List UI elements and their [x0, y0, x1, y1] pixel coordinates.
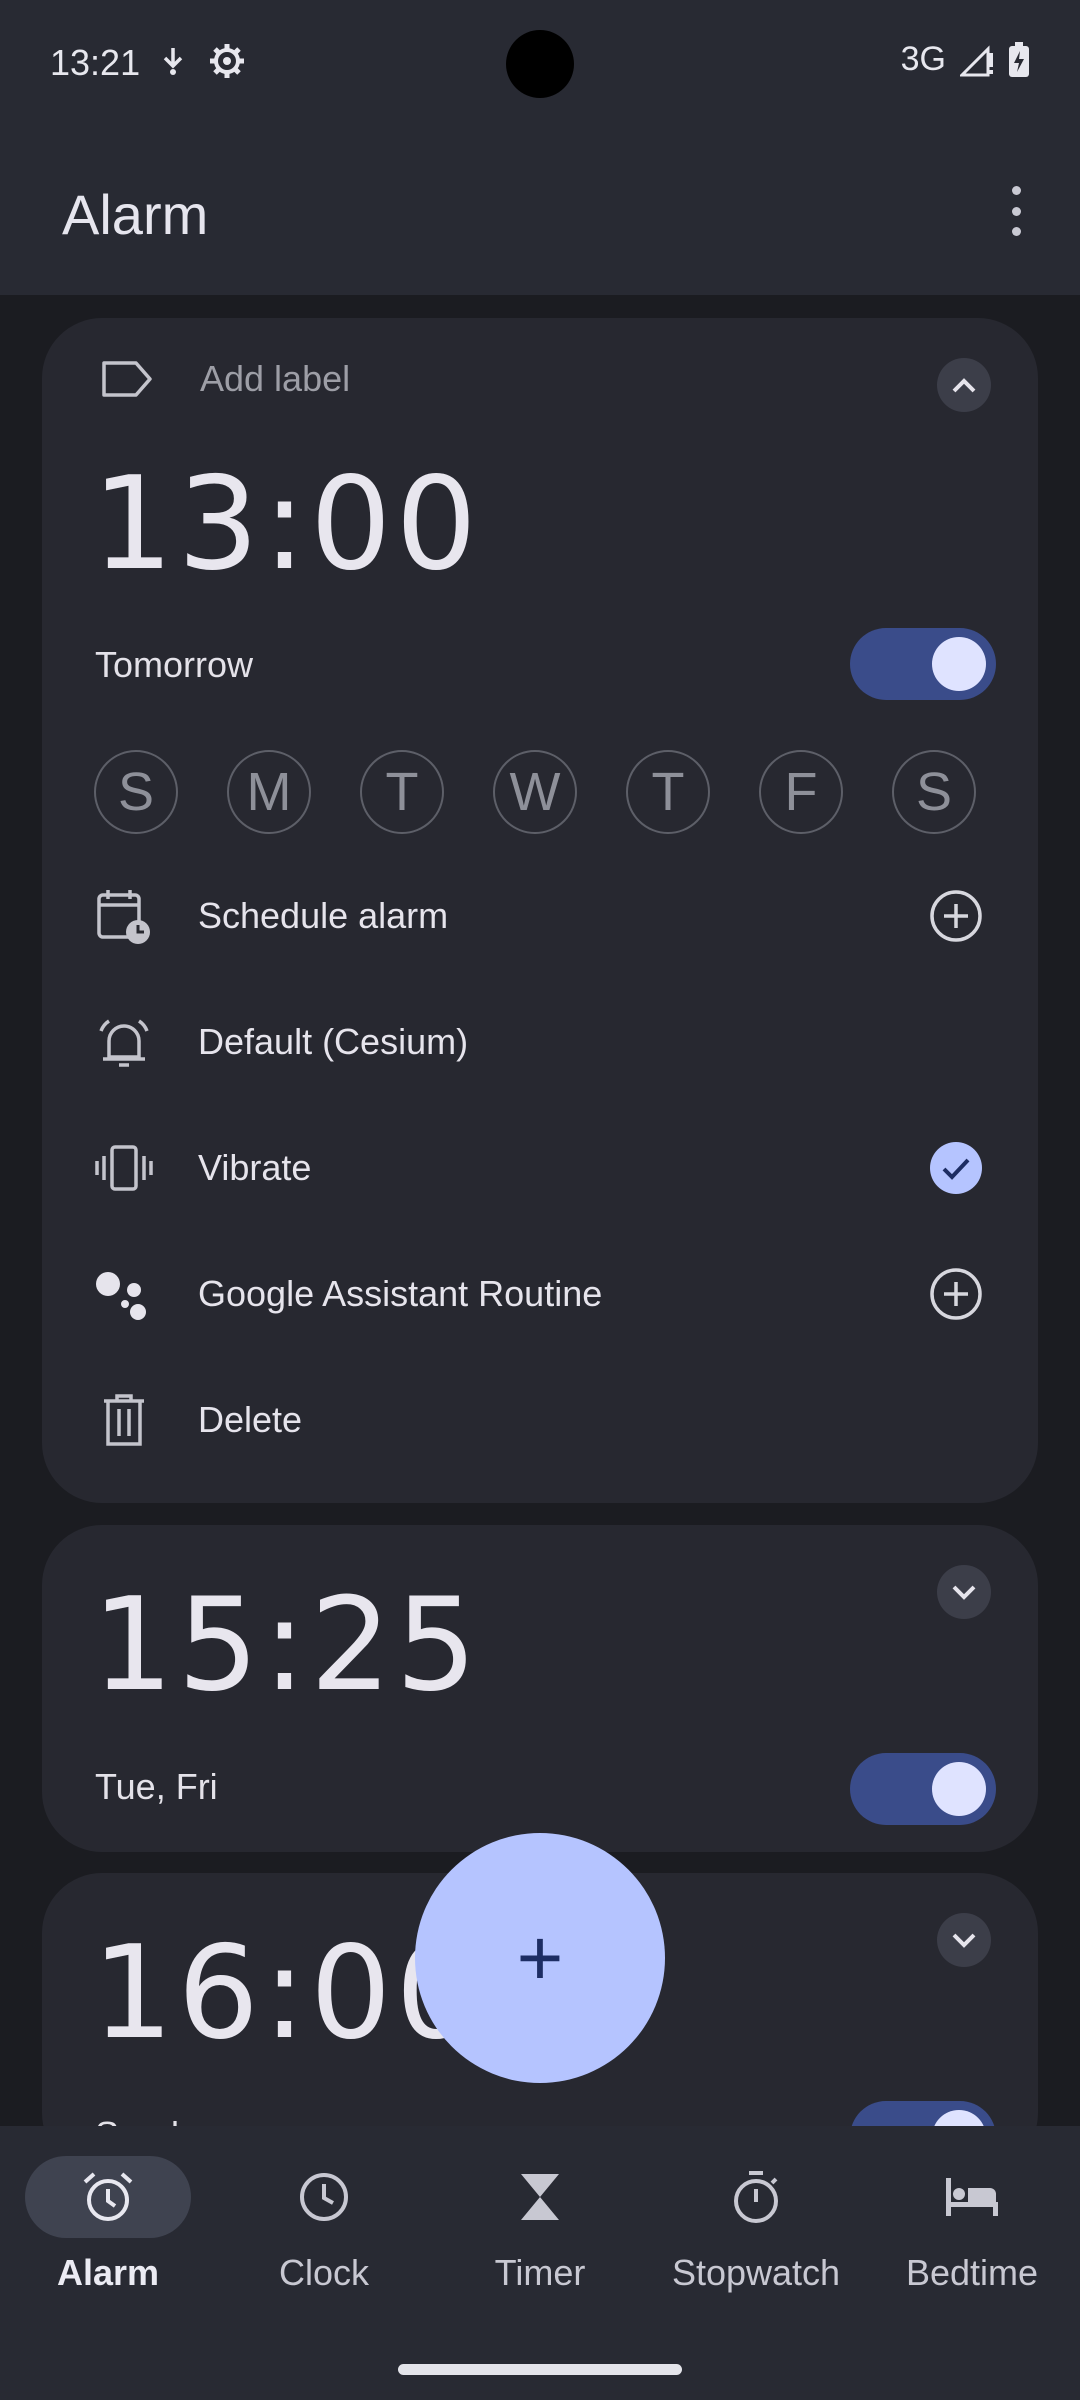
battery-charging-icon — [1009, 41, 1029, 77]
hourglass-icon — [457, 2156, 623, 2238]
delete-label: Delete — [198, 1399, 303, 1440]
google-assistant-icon — [94, 1264, 154, 1324]
stopwatch-icon — [673, 2156, 839, 2238]
home-indicator[interactable] — [398, 2364, 682, 2375]
nav-timer-label: Timer — [494, 2252, 586, 2293]
nav-alarm[interactable]: Alarm — [0, 2156, 216, 2294]
alarm-time[interactable]: 13:00 — [92, 450, 481, 599]
alarm-sound-label: Default (Cesium) — [198, 1021, 469, 1062]
bed-icon — [889, 2156, 1055, 2238]
signal-icon — [960, 44, 993, 76]
nav-alarm-label: Alarm — [56, 2252, 160, 2293]
schedule-alarm-label: Schedule alarm — [198, 895, 449, 936]
add-alarm-button[interactable]: + — [415, 1833, 665, 2083]
day-friday[interactable]: F — [759, 750, 843, 834]
add-label-row[interactable]: Add label — [100, 358, 350, 400]
label-placeholder: Add label — [200, 358, 351, 399]
nav-stopwatch-label: Stopwatch — [671, 2252, 841, 2293]
status-time: 13:21 — [50, 42, 141, 83]
alarm-toggle[interactable] — [850, 628, 996, 700]
vibrate-icon — [94, 1138, 154, 1198]
network-type: 3G — [900, 40, 946, 78]
page-title: Alarm — [62, 183, 209, 246]
alarm-schedule-text: Tomorrow — [95, 644, 254, 685]
status-bar: 13:21 3G — [0, 0, 1080, 130]
vibrate-checkbox[interactable] — [928, 1140, 984, 1196]
alarm-bell-icon — [94, 1012, 154, 1072]
toggle-knob — [932, 637, 986, 691]
nav-clock-label: Clock — [278, 2252, 370, 2293]
nav-stopwatch[interactable]: Stopwatch — [648, 2156, 864, 2294]
vibrate-label: Vibrate — [198, 1147, 312, 1188]
schedule-alarm-row[interactable]: Schedule alarm — [94, 871, 984, 961]
check-icon — [930, 1142, 982, 1194]
expand-button[interactable] — [937, 1913, 991, 1967]
alarm-icon — [25, 2156, 191, 2238]
calendar-clock-icon — [94, 886, 154, 946]
alarm-time[interactable]: 15:25 — [92, 1571, 481, 1720]
add-routine-icon[interactable] — [928, 1266, 984, 1322]
day-selector: S M T W T F S — [94, 750, 976, 834]
alarm-schedule-text: Tue, Fri — [95, 1766, 218, 1807]
alarm-sound-row[interactable]: Default (Cesium) — [94, 997, 984, 1087]
toggle-knob — [932, 1762, 986, 1816]
clock-icon — [241, 2156, 407, 2238]
settings-icon — [210, 44, 244, 78]
day-saturday[interactable]: S — [892, 750, 976, 834]
day-thursday[interactable]: T — [626, 750, 710, 834]
more-options-icon[interactable] — [996, 186, 1036, 236]
chevron-up-icon — [952, 378, 976, 393]
nav-bedtime[interactable]: Bedtime — [864, 2156, 1080, 2294]
download-icon — [163, 48, 183, 75]
status-icons-right: 3G — [901, 40, 1030, 79]
status-icons-left — [160, 42, 246, 80]
chevron-down-icon — [952, 1933, 976, 1948]
vibrate-row[interactable]: Vibrate — [94, 1123, 984, 1213]
day-wednesday[interactable]: W — [493, 750, 577, 834]
plus-icon: + — [516, 1913, 564, 2002]
assistant-routine-row[interactable]: Google Assistant Routine — [94, 1249, 984, 1339]
bottom-navigation: Alarm Clock Timer Stopwatch Bedtime — [0, 2126, 1080, 2400]
delete-row[interactable]: Delete — [94, 1375, 984, 1465]
expand-button[interactable] — [937, 1565, 991, 1619]
assistant-routine-label: Google Assistant Routine — [198, 1273, 603, 1314]
nav-bedtime-label: Bedtime — [905, 2252, 1039, 2293]
day-sunday[interactable]: S — [94, 750, 178, 834]
alarm-toggle[interactable] — [850, 1753, 996, 1825]
day-tuesday[interactable]: T — [360, 750, 444, 834]
app-bar: Alarm — [0, 130, 1080, 295]
alarm-card[interactable]: 15:25 Tue, Fri — [42, 1525, 1038, 1852]
trash-icon — [94, 1390, 154, 1450]
nav-clock[interactable]: Clock — [216, 2156, 432, 2294]
alarm-card[interactable]: Add label 13:00 Tomorrow S M T W T F S S… — [42, 318, 1038, 1503]
label-icon — [102, 361, 152, 397]
collapse-button[interactable] — [937, 358, 991, 412]
chevron-down-icon — [952, 1585, 976, 1600]
nav-timer[interactable]: Timer — [432, 2156, 648, 2294]
day-monday[interactable]: M — [227, 750, 311, 834]
add-schedule-icon[interactable] — [928, 888, 984, 944]
camera-cutout — [506, 30, 574, 98]
